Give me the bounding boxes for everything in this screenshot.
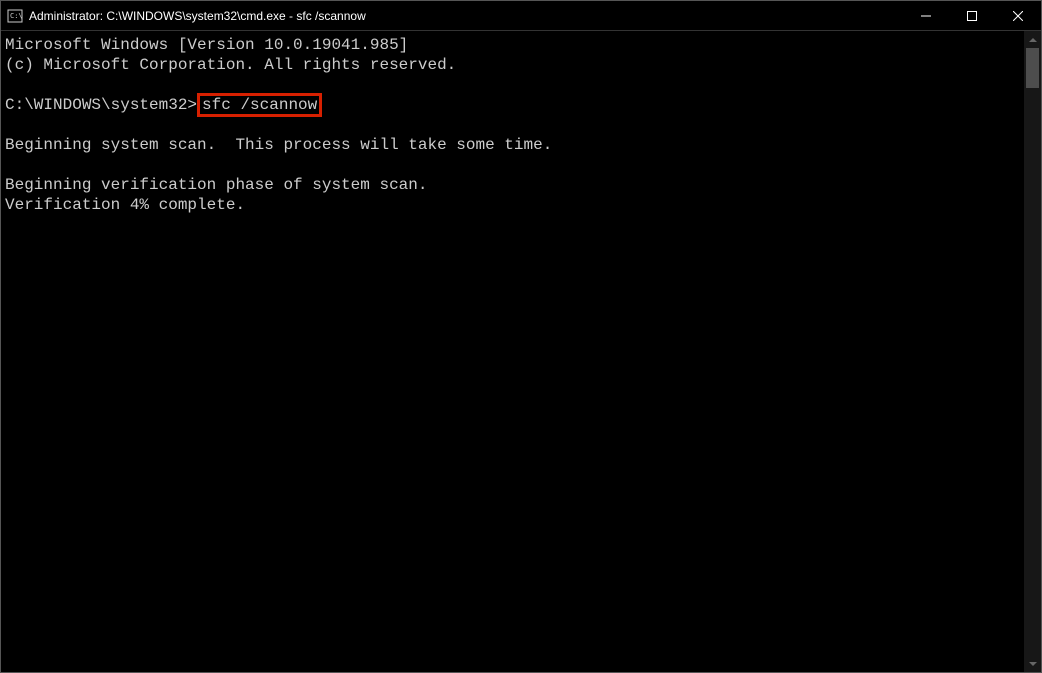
prompt-text: C:\WINDOWS\system32> bbox=[5, 96, 197, 114]
scroll-up-arrow[interactable] bbox=[1024, 31, 1041, 48]
output-line: Beginning system scan. This process will… bbox=[5, 136, 552, 154]
scroll-track[interactable] bbox=[1024, 48, 1041, 655]
command-highlight: sfc /scannow bbox=[197, 93, 322, 117]
close-button[interactable] bbox=[995, 1, 1041, 30]
command-text: sfc /scannow bbox=[202, 96, 317, 114]
output-line: Verification 4% complete. bbox=[5, 196, 245, 214]
window-title: Administrator: C:\WINDOWS\system32\cmd.e… bbox=[29, 9, 366, 23]
window-controls bbox=[903, 1, 1041, 30]
vertical-scrollbar[interactable] bbox=[1024, 31, 1041, 672]
svg-text:C:\: C:\ bbox=[10, 12, 23, 20]
maximize-button[interactable] bbox=[949, 1, 995, 30]
output-line: (c) Microsoft Corporation. All rights re… bbox=[5, 56, 456, 74]
terminal-output[interactable]: Microsoft Windows [Version 10.0.19041.98… bbox=[1, 31, 1024, 672]
output-line: Beginning verification phase of system s… bbox=[5, 176, 427, 194]
titlebar-left: C:\ Administrator: C:\WINDOWS\system32\c… bbox=[1, 8, 366, 24]
output-line: Microsoft Windows [Version 10.0.19041.98… bbox=[5, 36, 408, 54]
scroll-down-arrow[interactable] bbox=[1024, 655, 1041, 672]
cmd-icon: C:\ bbox=[7, 8, 23, 24]
scroll-thumb[interactable] bbox=[1026, 48, 1039, 88]
content-area: Microsoft Windows [Version 10.0.19041.98… bbox=[1, 31, 1041, 672]
window-titlebar: C:\ Administrator: C:\WINDOWS\system32\c… bbox=[1, 1, 1041, 31]
minimize-button[interactable] bbox=[903, 1, 949, 30]
